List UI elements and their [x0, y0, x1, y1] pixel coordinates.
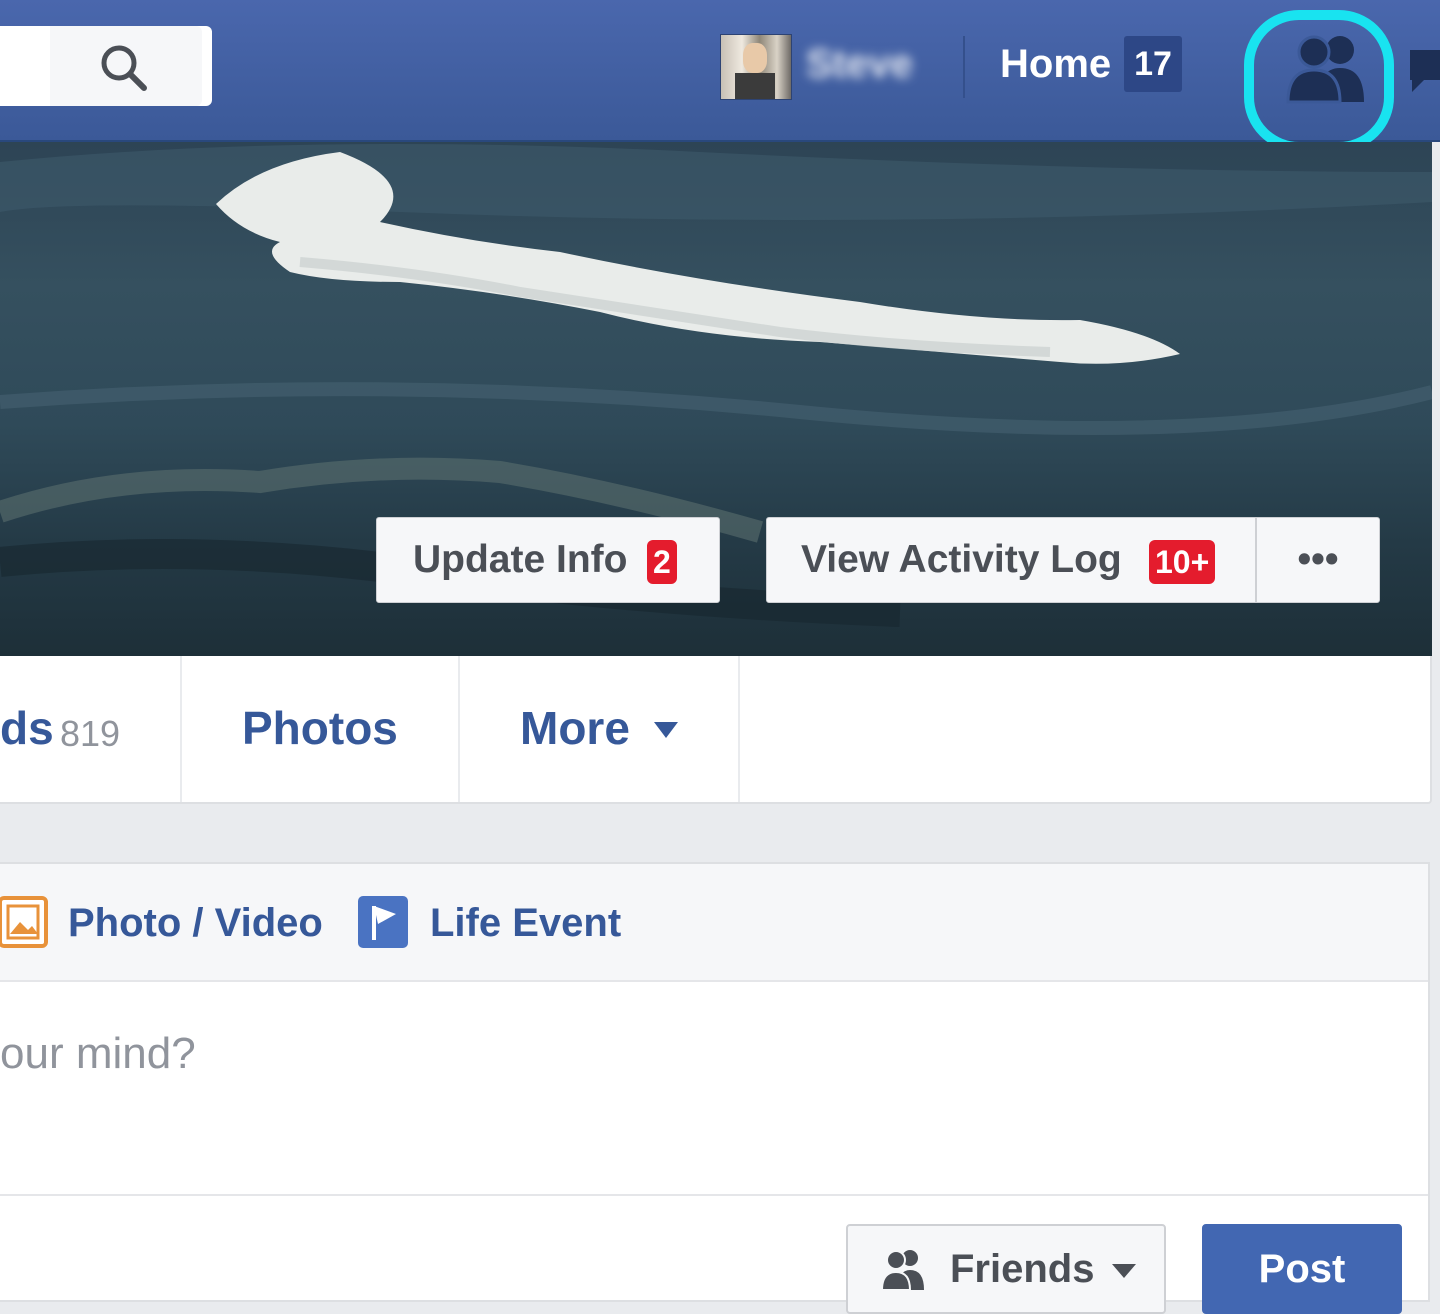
tab-photos-label: Photos — [242, 702, 398, 754]
search-button[interactable] — [50, 26, 202, 106]
update-info-badge: 2 — [647, 540, 677, 584]
status-input[interactable]: our mind? — [0, 1026, 196, 1082]
view-activity-log-button[interactable]: View Activity Log 10+ — [766, 517, 1256, 603]
post-button[interactable]: Post — [1202, 1224, 1402, 1314]
search-icon — [101, 45, 147, 91]
nav-divider — [963, 36, 965, 98]
chevron-down-icon — [654, 722, 678, 738]
top-nav-bar: Steve Home 17 — [0, 0, 1440, 152]
activity-log-label: View Activity Log — [801, 538, 1122, 581]
tab-friends-label: ds — [0, 702, 54, 754]
home-link[interactable]: Home — [1000, 38, 1111, 90]
messages-icon[interactable] — [1404, 40, 1440, 100]
photo-video-button[interactable]: Photo / Video — [68, 898, 323, 948]
audience-selector[interactable]: Friends — [846, 1224, 1166, 1314]
activity-log-badge: 10+ — [1149, 540, 1216, 584]
cover-photo[interactable]: Update Info 2 View Activity Log 10+ ••• — [0, 142, 1432, 656]
search-input[interactable] — [0, 26, 212, 106]
audience-label: Friends — [950, 1247, 1095, 1291]
composer-divider — [0, 1194, 1428, 1196]
photo-icon[interactable] — [0, 896, 50, 950]
home-count-badge: 17 — [1124, 36, 1182, 92]
profile-tabs: ds 819 Photos More — [0, 656, 1432, 804]
tab-friends[interactable]: ds 819 — [0, 656, 182, 802]
highlight-circle — [1244, 10, 1394, 152]
chevron-down-icon — [1112, 1264, 1136, 1278]
friends-count: 819 — [60, 713, 121, 754]
tab-photos[interactable]: Photos — [182, 656, 460, 802]
tab-more-label: More — [520, 702, 630, 754]
profile-name-link[interactable]: Steve — [806, 40, 928, 88]
tab-more[interactable]: More — [460, 656, 740, 802]
post-composer: Photo / Video Life Event our mind? Frien… — [0, 862, 1430, 1314]
avatar[interactable] — [720, 34, 792, 100]
life-event-button[interactable]: Life Event — [430, 898, 621, 948]
more-options-button[interactable]: ••• — [1256, 517, 1380, 603]
update-info-button[interactable]: Update Info 2 — [376, 517, 720, 603]
composer-actions: Photo / Video Life Event — [0, 864, 1428, 982]
life-event-icon[interactable] — [356, 894, 410, 950]
friends-audience-icon — [880, 1250, 924, 1291]
update-info-label: Update Info — [413, 538, 628, 581]
